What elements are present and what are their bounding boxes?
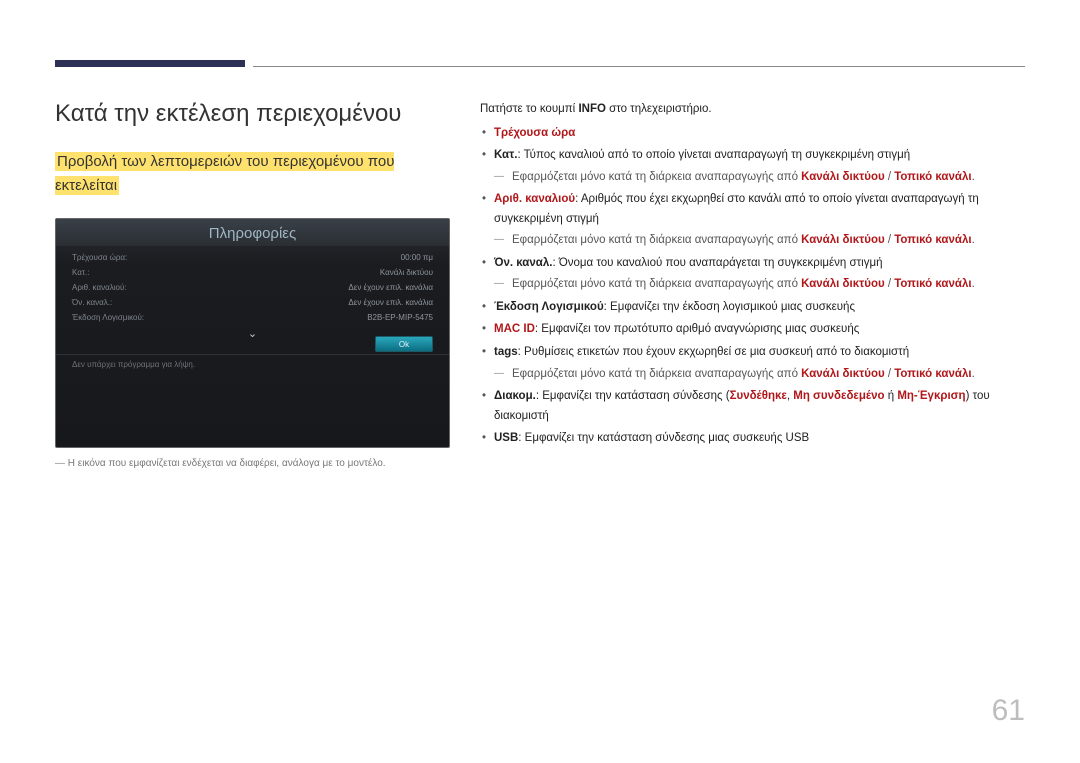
image-disclaimer: Η εικόνα που εμφανίζεται ενδέχεται να δι… xyxy=(55,458,450,469)
section-title: Προβολή των λεπτομερειών του περιεχομένο… xyxy=(55,152,394,195)
sub-item: Εφαρμόζεται μόνο κατά τη διάρκεια αναπαρ… xyxy=(494,168,1025,188)
intro-line: Πατήστε το κουμπί INFO στο τηλεχειριστήρ… xyxy=(480,100,1025,120)
left-column: Κατά την εκτέλεση περιεχομένου Προβολή τ… xyxy=(55,100,450,469)
list-item: Κατ.: Τύπος καναλιού από το οποίο γίνετα… xyxy=(480,146,1025,187)
info-row: Αριθ. καναλιού:Δεν έχουν επιλ. κανάλια xyxy=(72,280,433,295)
sub-item: Εφαρμόζεται μόνο κατά τη διάρκεια αναπαρ… xyxy=(494,275,1025,295)
right-column: Πατήστε το κουμπί INFO στο τηλεχειριστήρ… xyxy=(480,100,1025,469)
list-item: USB: Εμφανίζει την κατάσταση σύνδεσης μι… xyxy=(480,429,1025,449)
list-item: Όν. καναλ.: Όνομα του καναλιού που αναπα… xyxy=(480,254,1025,295)
list-item: MAC ID: Εμφανίζει τον πρωτότυπο αριθμό α… xyxy=(480,320,1025,340)
header-rule xyxy=(55,60,1025,67)
list-item: Τρέχουσα ώρα xyxy=(480,124,1025,144)
device-info-panel: Πληροφορίες Τρέχουσα ώρα:00:00 πμ Κατ.:Κ… xyxy=(55,218,450,448)
info-row: Κατ.:Κανάλι δικτύου xyxy=(72,265,433,280)
list-item: tags: Ρυθμίσεις ετικετών που έχουν εκχωρ… xyxy=(480,343,1025,384)
sub-item: Εφαρμόζεται μόνο κατά τη διάρκεια αναπαρ… xyxy=(494,231,1025,251)
page-title: Κατά την εκτέλεση περιεχομένου xyxy=(55,100,450,128)
device-panel-title: Πληροφορίες xyxy=(56,219,449,246)
list-item: Διακομ.: Εμφανίζει την κατάσταση σύνδεση… xyxy=(480,387,1025,426)
ok-button[interactable]: Ok xyxy=(375,336,433,352)
list-item: Αριθ. καναλιού: Αριθμός που έχει εκχωρηθ… xyxy=(480,190,1025,251)
sub-item: Εφαρμόζεται μόνο κατά τη διάρκεια αναπαρ… xyxy=(494,365,1025,385)
info-row: Τρέχουσα ώρα:00:00 πμ xyxy=(72,250,433,265)
list-item: Έκδοση Λογισμικού: Εμφανίζει την έκδοση … xyxy=(480,298,1025,318)
page-number: 61 xyxy=(992,694,1025,728)
device-footer-text: Δεν υπάρχει πρόγραμμα για λήψη. xyxy=(56,354,449,374)
info-row: Όν. καναλ.:Δεν έχουν επιλ. κανάλια xyxy=(72,295,433,310)
info-row: Έκδοση Λογισμικού:B2B-EP-MIP-5475 xyxy=(72,310,433,325)
